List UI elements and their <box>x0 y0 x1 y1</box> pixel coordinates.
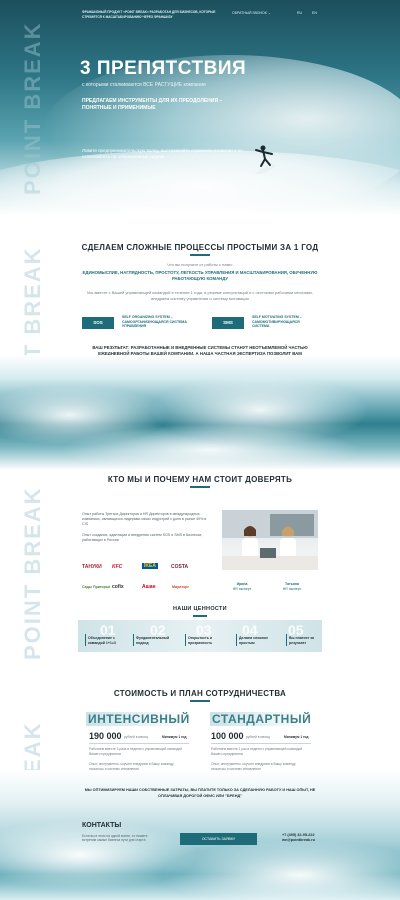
title-underline <box>193 615 207 617</box>
values-title: НАШИ ЦЕННОСТИ <box>173 606 227 612</box>
lang-en-link[interactable]: EN <box>312 11 317 15</box>
value-item: Открытость и прозрачность <box>188 636 213 645</box>
value-marker <box>133 634 134 646</box>
about-text: Опыт работы Третьих Директоров и HR Дире… <box>82 512 207 526</box>
benefits-lead: Что вы получите от работы с нами: <box>167 262 233 267</box>
value-item: Объединение с командой 1+1=3 <box>88 636 116 645</box>
sos-badge: SOS <box>82 317 114 329</box>
logo-miratorg: Мираторг <box>172 585 189 589</box>
plan-standard-title: СТАНДАРТНЫЙ <box>210 712 314 726</box>
logo-cofix: cofix <box>112 584 124 590</box>
logo-costa: COSTA <box>171 564 189 570</box>
logo-auchan: Ашан <box>142 584 156 590</box>
team-photo-illustration <box>222 510 318 570</box>
plan-standard-price: 100 000 <box>211 731 244 741</box>
value-marker <box>85 634 86 646</box>
person-role: HR эксперт <box>232 586 252 591</box>
plan-description: Работаем вместе 1 раз в неделю с управля… <box>211 747 303 756</box>
surfer-image <box>254 145 276 174</box>
hero-section: ФРАНШИЗНЫЙ ПРОДУКТ «POINT BREAK» РАЗРАБО… <box>0 0 400 215</box>
logo-sady: Сады Пригорья <box>82 585 111 589</box>
plan-description: Работаем вместе 3 раза в неделю с управл… <box>89 747 183 756</box>
value-item: Вы платите за результат <box>289 636 314 645</box>
person-caption: Ирина HR эксперт <box>222 582 262 591</box>
hero-intro-text: ФРАНШИЗНЫЙ ПРОДУКТ «POINT BREAK» РАЗРАБО… <box>82 10 216 19</box>
lang-ru-link[interactable]: RU <box>297 11 302 15</box>
team-photo <box>222 510 318 570</box>
benefits-text: ЕДИНОМЫСЛИЕ, НАГЛЯДНОСТЬ, ПРОСТОТУ, ЛЕГК… <box>82 270 318 281</box>
sms-description: SELF MOTIVATING SYSTEM – САМОМОТИВИРУЮЩА… <box>252 315 302 329</box>
value-marker <box>286 634 287 646</box>
plan-term: Минимум 1 год <box>162 735 187 739</box>
section-title: КТО МЫ И ПОЧЕМУ НАМ СТОИТ ДОВЕРЯТЬ <box>107 475 293 484</box>
brand-vertical-text: POINT BREAK <box>20 21 45 195</box>
section-title: СТОИМОСТЬ И ПЛАН СОТРУДНИЧЕСТВА <box>113 689 287 698</box>
page-title: 3 ПРЕПЯТСТВИЯ <box>80 58 247 79</box>
logo-ikea: IKEA <box>142 563 158 569</box>
title-underline <box>190 254 210 256</box>
submit-request-button[interactable]: ОСТАВИТЬ ЗАЯВКУ <box>180 833 257 845</box>
pricing-note: МЫ ОПТИМИЗИРУЕМ НАШИ СОБСТВЕННЫЕ ЗАТРАТЫ… <box>84 788 316 798</box>
contacts-title: КОНТАКТЫ <box>82 822 122 829</box>
title-underline <box>190 700 210 702</box>
person-caption: Татьяна HR эксперт <box>272 582 312 591</box>
section-description: Мы вместе с Вашей управляющей командой в… <box>87 290 313 301</box>
divider <box>89 743 189 744</box>
value-marker <box>236 634 237 646</box>
hero-subtitle: с которыми сталкиваются ВСЕ РАСТУЩИЕ ком… <box>82 82 206 88</box>
contact-info: +7 (495) 32-95-222 we@pointbreak.ru <box>282 833 315 843</box>
contacts-text: Если вы в этом на одной волне, то пишите… <box>82 834 148 843</box>
wave-band-image <box>0 355 400 470</box>
plan-term: Минимум 1 год <box>284 735 309 739</box>
sms-badge: SMS <box>212 317 244 329</box>
logo-tanuki: ТАНУКИ <box>82 564 102 570</box>
about-text: Опыт создания, адаптации и внедрения сис… <box>82 533 203 542</box>
person-role: HR эксперт <box>282 586 302 591</box>
brand-vertical-text: POINT BREAK <box>20 486 45 660</box>
sos-description: SELF ORGANIZING SYSTEM – САМООРГАНИЗУЮЩА… <box>122 315 187 329</box>
hero-tagline: Ловите предпринимательскую волну, выстра… <box>82 148 243 159</box>
person-name: Ирина <box>236 582 248 586</box>
price-unit: рублей в месяц <box>246 735 270 739</box>
person-name: Татьяна <box>285 582 299 586</box>
email-link[interactable]: we@pointbreak.ru <box>282 838 315 843</box>
wave-decoration <box>60 425 360 470</box>
value-item: Делаем сложное простым <box>239 636 269 645</box>
chevron-down-icon[interactable]: ⌄ <box>268 11 271 15</box>
hero-offer: ПРЕДЛАГАЕМ ИНСТРУМЕНТЫ ДЛЯ ИХ ПРЕОДОЛЕНИ… <box>82 98 223 111</box>
plan-intensive-title: ИНТЕНСИВНЫЙ <box>86 712 192 726</box>
logo-kfc: KFC <box>112 564 123 570</box>
price-unit: рублей в месяц <box>124 735 148 739</box>
value-marker <box>185 634 186 646</box>
callback-link[interactable]: ОБРАТНЫЙ ЗВОНОК <box>232 11 267 15</box>
title-underline <box>190 486 210 488</box>
value-item: Фундаментальный подход <box>136 636 170 645</box>
divider <box>211 743 311 744</box>
section-title: СДЕЛАЕМ СЛОЖНЫЕ ПРОЦЕССЫ ПРОСТЫМИ ЗА 1 Г… <box>81 243 319 252</box>
plan-intensive-price: 190 000 <box>89 731 122 741</box>
